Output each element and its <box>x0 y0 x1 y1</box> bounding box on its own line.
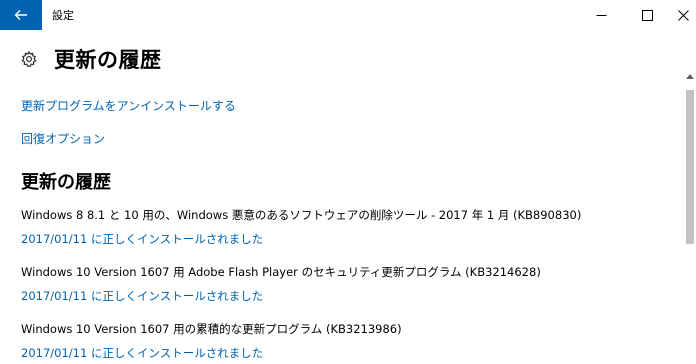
update-name: Windows 10 Version 1607 用の累積的な更新プログラム (K… <box>21 322 402 336</box>
chevron-up-icon <box>686 73 694 79</box>
close-button[interactable] <box>670 0 696 30</box>
update-status-link[interactable]: 2017/01/11 に正しくインストールされました <box>21 231 676 247</box>
list-item: Windows 10 Version 1607 用 Adobe Flash Pl… <box>21 264 676 321</box>
page-header: 更新の履歴 <box>20 44 162 74</box>
maximize-icon <box>641 9 653 21</box>
title-bar: 設定 <box>0 0 696 30</box>
list-item: Windows 8 8.1 と 10 用の、Windows 悪意のあるソフトウェ… <box>21 207 676 264</box>
back-arrow-icon <box>14 10 27 20</box>
update-name: Windows 8 8.1 と 10 用の、Windows 悪意のあるソフトウェ… <box>21 208 582 222</box>
section-title: 更新の履歴 <box>21 172 111 193</box>
minimize-icon <box>596 14 606 16</box>
update-status-link[interactable]: 2017/01/11 に正しくインストールされました <box>21 345 676 361</box>
back-button[interactable] <box>0 0 42 30</box>
close-icon <box>677 9 689 21</box>
scroll-thumb[interactable] <box>686 90 694 244</box>
scroll-up-button[interactable] <box>685 70 695 82</box>
gear-icon <box>21 50 37 67</box>
list-item: Windows 10 Version 1607 用の累積的な更新プログラム (K… <box>21 321 676 364</box>
minimize-button[interactable] <box>578 0 624 30</box>
update-name: Windows 10 Version 1607 用 Adobe Flash Pl… <box>21 265 541 279</box>
app-title: 設定 <box>52 9 74 22</box>
page-title: 更新の履歴 <box>54 48 162 72</box>
vertical-scrollbar[interactable] <box>684 70 696 364</box>
maximize-button[interactable] <box>624 0 670 30</box>
update-history-list: Windows 8 8.1 と 10 用の、Windows 悪意のあるソフトウェ… <box>21 207 676 364</box>
uninstall-updates-link[interactable]: 更新プログラムをアンインストールする <box>21 97 236 114</box>
recovery-options-link[interactable]: 回復オプション <box>21 130 105 147</box>
update-status-link[interactable]: 2017/01/11 に正しくインストールされました <box>21 288 676 304</box>
